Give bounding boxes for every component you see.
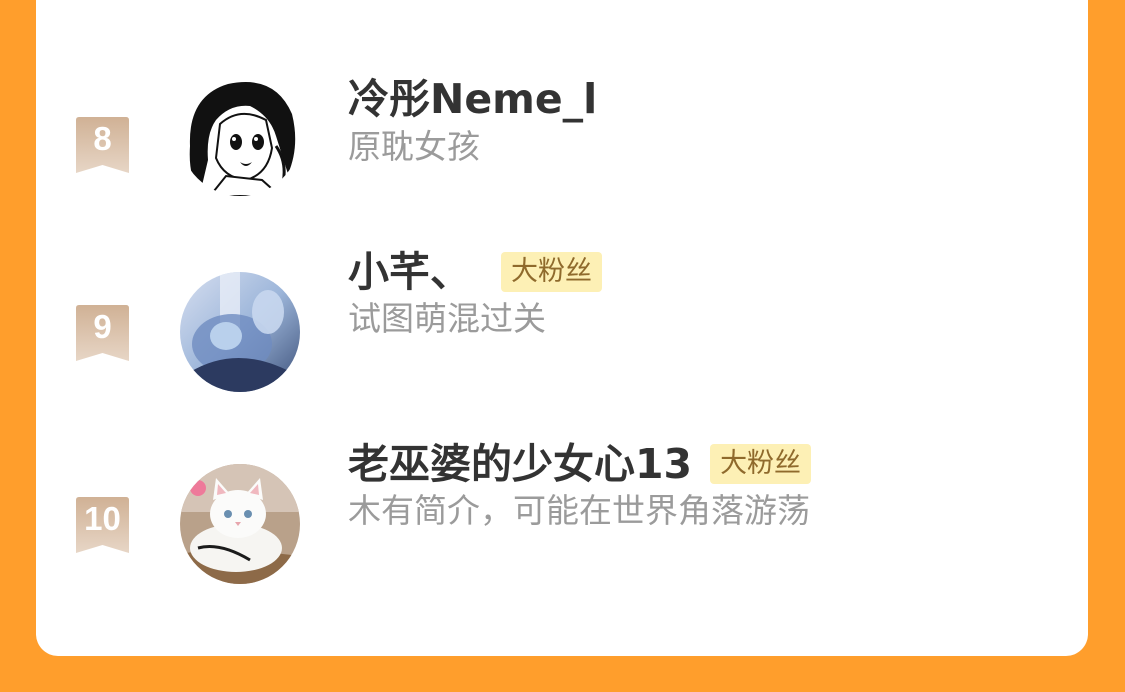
ranking-row-8[interactable]: 8 冷彤Neme_l 原耽女孩 xyxy=(36,75,1088,226)
user-bio: 木有简介，可能在世界角落游荡 xyxy=(348,491,810,530)
user-bio: 试图萌混过关 xyxy=(348,299,546,338)
user-name-line: 老巫婆的少女心13 大粉丝 xyxy=(348,440,812,488)
blue-anime-avatar-icon xyxy=(180,272,300,392)
user-name[interactable]: 小芊、 xyxy=(348,248,471,296)
white-cat-avatar-icon xyxy=(180,464,300,584)
user-avatar[interactable] xyxy=(180,76,300,196)
fan-level-badge: 大粉丝 xyxy=(501,252,602,292)
fan-ranking-card: 8 冷彤Neme_l 原耽女孩 9 小芊、 大粉丝 试图萌混过关 10 老巫婆的… xyxy=(36,0,1088,656)
rank-number: 9 xyxy=(93,308,112,345)
rank-badge: 9 xyxy=(76,305,129,361)
ranking-row-9[interactable]: 9 小芊、 大粉丝 试图萌混过关 xyxy=(36,248,1088,422)
rank-number: 8 xyxy=(93,120,112,157)
rank-number: 10 xyxy=(84,500,121,537)
anime-girl-avatar-icon xyxy=(180,76,300,196)
fan-level-badge: 大粉丝 xyxy=(710,444,812,484)
user-name[interactable]: 冷彤Neme_l xyxy=(348,75,597,123)
user-bio: 原耽女孩 xyxy=(348,127,480,166)
rank-badge: 8 xyxy=(76,117,129,173)
user-avatar[interactable] xyxy=(180,272,300,392)
user-name-line: 冷彤Neme_l xyxy=(348,75,597,123)
user-avatar[interactable] xyxy=(180,464,300,584)
ranking-row-10[interactable]: 10 老巫婆的少女心13 大粉丝 木有简介，可能在世界角落游荡 xyxy=(36,440,1088,614)
rank-badge: 10 xyxy=(76,497,129,553)
user-name-line: 小芊、 大粉丝 xyxy=(348,248,602,296)
user-name[interactable]: 老巫婆的少女心13 xyxy=(348,440,692,488)
